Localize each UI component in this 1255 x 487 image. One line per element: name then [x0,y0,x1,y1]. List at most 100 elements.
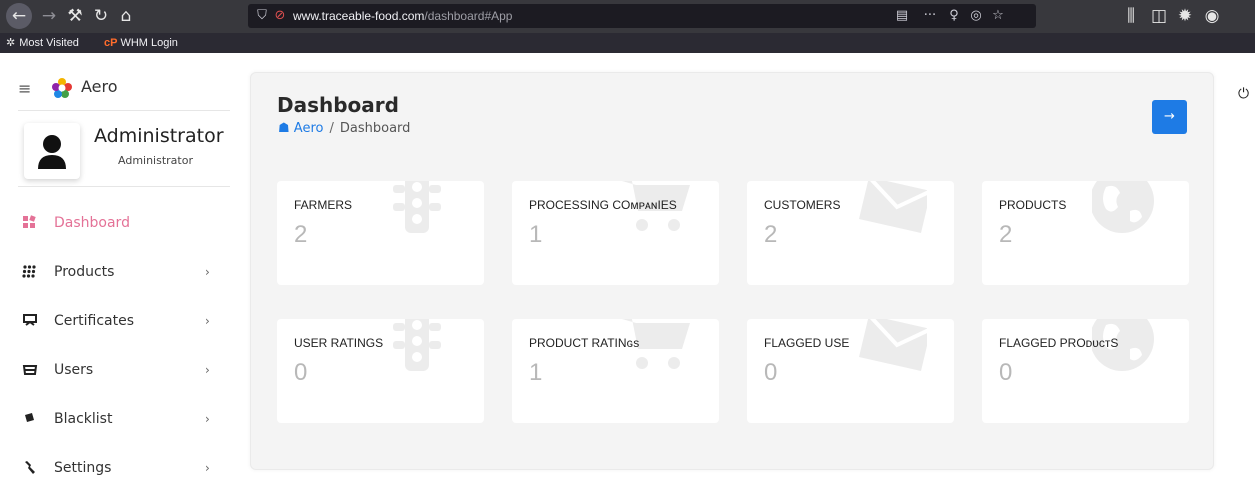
stat-label: PROCESSING COᴍᴘᴀɴIES [529,198,677,212]
avatar[interactable] [24,123,80,179]
brand-name[interactable]: Aero [81,77,118,96]
logout-button[interactable]: ⏻ [1238,86,1249,102]
stat-value: 2 [764,221,778,248]
tools-button[interactable]: ⚒ [62,3,88,29]
blacklist-icon [22,411,42,429]
sidebar-toggle-button[interactable]: ◫ [1146,3,1172,29]
stat-label: PRODUCT RATINɢs [529,336,640,350]
envelope-icon [859,181,927,233]
stat-card-flagged-products[interactable]: FLAGGED PROᴅᴜᴄᴛS 0 [982,319,1189,423]
chevron-right-icon: › [205,265,210,279]
stat-value: 1 [529,221,543,248]
extension-icon: ✹ [1177,6,1193,26]
bookmark-label: WHM Login [120,37,178,49]
stat-value: 0 [294,359,308,386]
account-button[interactable]: ◉ [1199,3,1225,29]
stat-value: 0 [999,359,1013,386]
stat-card-flagged-users[interactable]: FLAGGED USE 0 [747,319,954,423]
users-icon [22,362,42,380]
bookmark-star-icon[interactable]: ☆ [990,4,1006,28]
bookmarks-bar: ✲ Most Visited cP WHM Login [0,33,1255,53]
user-name: Administrator [94,125,224,147]
stat-card-products[interactable]: PRODUCTS 2 [982,181,1189,285]
chevron-right-icon: › [205,412,210,426]
sidebar-item-label: Users [54,362,94,378]
reader-view-icon[interactable]: ▤ [894,4,910,28]
breadcrumb: ☗ Aero / Dashboard [278,121,410,136]
breadcrumb-home-label: Aero [293,121,324,136]
brand-logo-icon [52,78,72,98]
envelope-icon [859,319,927,371]
home-icon: ☗ [278,121,290,136]
stat-card-product-ratings[interactable]: PRODUCT RATINɢs 1 [512,319,719,423]
grid-icon [22,264,42,282]
more-actions-icon[interactable]: ··· [920,4,940,28]
stat-label: FARMERS [294,198,353,212]
library-icon: ⫼ [1127,6,1135,26]
power-icon: ⏻ [1238,86,1250,102]
sidebar-item-certificates[interactable]: Certificates › [0,304,240,340]
bookmark-label: Most Visited [19,37,79,49]
divider [18,110,230,111]
forward-action-button[interactable]: → [1152,100,1187,134]
home-button[interactable]: ⌂ [113,3,139,29]
breadcrumb-home-link[interactable]: ☗ Aero [278,121,323,136]
sidebar-item-label: Settings [54,460,112,476]
forward-button[interactable]: → [36,3,62,29]
sidebar-item-dashboard[interactable]: Dashboard [0,206,240,242]
chevron-right-icon: › [205,314,210,328]
reload-button[interactable]: ↻ [88,3,114,29]
library-button[interactable]: ⫼ [1118,3,1144,29]
chevron-right-icon: › [205,461,210,475]
browser-toolbar: ← → ⚒ ↻ ⌂ ⛉ ⊘ www.traceable-food.com/das… [0,0,1255,33]
sidebar-item-blacklist[interactable]: Blacklist › [0,402,240,438]
sidebar-item-products[interactable]: Products › [0,255,240,291]
page-title: Dashboard [277,93,399,117]
dashboard-icon [22,215,42,233]
stat-value: 2 [999,221,1013,248]
gear-icon: ✲ [6,37,16,49]
reload-icon: ↻ [93,6,109,26]
stat-value: 0 [764,359,778,386]
pocket-icon[interactable]: ◎ [968,4,984,28]
sidebar-icon: ◫ [1150,6,1168,26]
arrow-right-icon: → [1164,109,1175,124]
stat-card-processing-companies[interactable]: PROCESSING COᴍᴘᴀɴIES 1 [512,181,719,285]
shield-icon[interactable]: ⛉ [254,4,270,28]
url-path: /dashboard#App [424,9,513,23]
url-text[interactable]: www.traceable-food.com/dashboard#App [293,4,512,28]
sidebar-item-label: Products [54,264,115,280]
divider [18,186,230,187]
extension-button[interactable]: ✹ [1172,3,1198,29]
stat-label: USER RATINGS [294,336,384,350]
stat-card-customers[interactable]: CUSTOMERS 2 [747,181,954,285]
arrow-left-icon: ← [11,6,27,26]
certificate-icon [22,313,42,331]
sidebar: ≡ Aero Administrator Administrator Dashb… [0,53,240,480]
sidebar-item-users[interactable]: Users › [0,353,240,389]
stat-card-farmers[interactable]: FARMERS 2 [277,181,484,285]
stat-value: 1 [529,359,543,386]
stat-card-user-ratings[interactable]: USER RATINGS 0 [277,319,484,423]
cpanel-icon: cP [104,37,118,49]
back-button[interactable]: ← [6,3,32,29]
sidebar-item-settings[interactable]: Settings › [0,451,240,487]
stat-label: PRODUCTS [999,198,1067,212]
menu-toggle-icon[interactable]: ≡ [18,79,31,98]
url-bar[interactable]: ⛉ ⊘ www.traceable-food.com/dashboard#App… [248,4,1036,28]
breadcrumb-current: Dashboard [339,121,411,136]
bookmark-whm-login[interactable]: cP WHM Login [104,33,178,53]
pin-icon[interactable]: ♀ [946,4,962,28]
stat-label: FLAGGED PROᴅᴜᴄᴛS [999,336,1119,350]
stat-label: CUSTOMERS [764,198,841,212]
sidebar-item-label: Dashboard [54,215,130,231]
home-icon: ⌂ [120,6,132,26]
user-silhouette-icon [38,135,66,169]
wrench-icon: ⚒ [67,6,83,26]
chevron-right-icon: › [205,363,210,377]
bookmark-most-visited[interactable]: ✲ Most Visited [6,33,79,53]
user-role: Administrator [118,154,193,167]
sidebar-item-label: Blacklist [54,411,113,427]
insecure-lock-icon[interactable]: ⊘ [272,4,288,28]
stat-label: FLAGGED USE [764,336,850,350]
